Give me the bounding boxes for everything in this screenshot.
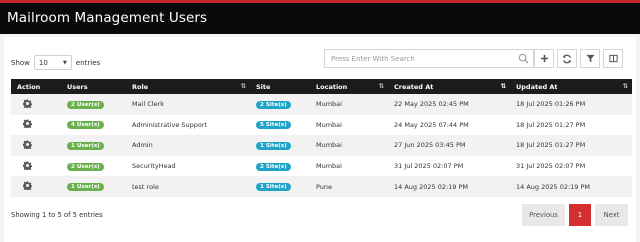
add-button[interactable] [534, 49, 554, 68]
updated-at-cell: 14 Aug 2025 02:19 PM [510, 176, 632, 197]
table-info: Showing 1 to 5 of 5 entries [11, 211, 103, 219]
action-cell [11, 155, 61, 177]
columns-icon [608, 54, 618, 63]
created-at-cell: 22 May 2025 02:45 PM [388, 94, 510, 115]
sort-icon: ⇅ [378, 82, 384, 90]
action-cell [11, 176, 61, 197]
length-value: 10 [38, 58, 48, 67]
sites-badge[interactable]: 1 Site(s) [256, 141, 291, 150]
refresh-button[interactable] [557, 49, 577, 68]
users-badge[interactable]: 2 User(s) [67, 100, 104, 109]
users-badge[interactable]: 1 User(s) [67, 141, 104, 150]
gear-icon[interactable] [22, 119, 33, 130]
show-label: Show [11, 58, 30, 67]
entries-label: entries [75, 58, 101, 67]
created-at-cell: 24 May 2025 07:44 PM [388, 114, 510, 136]
sites-badge[interactable]: 5 Site(s) [256, 121, 291, 130]
column-header-location[interactable]: Location ⇅ [310, 79, 388, 94]
search-icon [518, 53, 529, 64]
users-cell: 1 User(s) [61, 176, 126, 197]
refresh-icon [563, 54, 571, 63]
role-cell: SecurityHead [126, 155, 250, 177]
users-badge[interactable]: 2 User(s) [67, 162, 104, 171]
role-cell: test role [126, 176, 250, 197]
role-cell: Administrative Support [126, 114, 250, 136]
location-cell: Mumbai [310, 155, 388, 177]
site-cell: 2 Site(s) [250, 155, 310, 177]
location-cell: Mumbai [310, 94, 388, 115]
previous-page-button[interactable]: Previous [522, 204, 565, 226]
updated-at-cell: 31 Jul 2025 02:07 PM [510, 155, 632, 177]
users-cell: 4 User(s) [61, 114, 126, 136]
sites-badge[interactable]: 1 Site(s) [256, 183, 291, 192]
location-cell: Mumbai [310, 135, 388, 156]
search-box: Press Enter With Search [324, 49, 534, 68]
role-cell: Admin [126, 135, 250, 156]
column-header-action: Action [11, 79, 61, 94]
columns-button[interactable] [603, 49, 623, 68]
users-cell: 1 User(s) [61, 135, 126, 156]
updated-at-cell: 18 Jul 2025 01:26 PM [510, 94, 632, 115]
column-header-role[interactable]: Role ⇅ [126, 79, 250, 94]
next-page-button[interactable]: Next [595, 204, 628, 226]
site-cell: 5 Site(s) [250, 114, 310, 136]
sites-badge[interactable]: 2 Site(s) [256, 162, 291, 171]
search-button[interactable] [513, 50, 533, 67]
filter-icon [585, 54, 595, 63]
sort-icon: ⇅ [622, 82, 628, 90]
column-header-created-at[interactable]: Created At ⇅ [388, 79, 510, 94]
created-at-cell: 27 Jun 2025 03:45 PM [388, 135, 510, 156]
table-row: 1 User(s) Admin 1 Site(s) Mumbai 27 Jun 2025… [11, 135, 632, 156]
table-row: 4 User(s) Administrative Support 5 Site(s)… [11, 114, 632, 136]
site-cell: 1 Site(s) [250, 176, 310, 197]
table-row: 1 User(s) test role 1 Site(s) Pune 14 Aug 20… [11, 176, 632, 197]
main-content: Show 10 ▼ entries Press Enter With Searc… [0, 34, 640, 242]
updated-at-cell: 18 Jul 2025 01:27 PM [510, 114, 632, 136]
page-header: Mailroom Management Users [0, 0, 640, 34]
length-control: Show 10 ▼ entries [11, 55, 100, 70]
sites-badge[interactable]: 2 Site(s) [256, 100, 291, 109]
updated-at-cell: 18 Jul 2025 01:27 PM [510, 135, 632, 156]
gear-icon[interactable] [22, 181, 33, 192]
created-at-cell: 14 Aug 2025 02:19 PM [388, 176, 510, 197]
column-header-updated-at[interactable]: Updated At ⇅ [510, 79, 632, 94]
site-cell: 2 Site(s) [250, 94, 310, 115]
entries-length-select[interactable]: 10 ▼ [33, 55, 72, 70]
action-cell [11, 135, 61, 156]
users-cell: 2 User(s) [61, 94, 126, 115]
table-row: 2 User(s) SecurityHead 2 Site(s) Mumbai 31 J… [11, 155, 632, 177]
gear-icon[interactable] [22, 161, 33, 172]
search-input[interactable]: Press Enter With Search [325, 55, 513, 63]
users-badge[interactable]: 4 User(s) [67, 121, 104, 130]
column-header-users[interactable]: Users [61, 79, 126, 94]
column-header-site[interactable]: Site [250, 79, 310, 94]
table-row: 2 User(s) Mail Clerk 2 Site(s) Mumbai 22 May… [11, 94, 632, 115]
sort-desc-icon: ⇅ [500, 82, 506, 90]
filter-button[interactable] [580, 49, 600, 68]
gear-icon[interactable] [22, 140, 33, 151]
users-panel: Show 10 ▼ entries Press Enter With Searc… [4, 37, 636, 242]
users-table: Action Users Role ⇅ Site Location ⇅ Create… [11, 79, 632, 197]
page-1-button[interactable]: 1 [569, 204, 591, 226]
site-cell: 1 Site(s) [250, 135, 310, 156]
caret-down-icon: ▼ [63, 59, 67, 66]
created-at-cell: 31 Jul 2025 02:07 PM [388, 155, 510, 177]
page-title: Mailroom Management Users [7, 10, 208, 26]
role-cell: Mail Clerk [126, 94, 250, 115]
location-cell: Pune [310, 176, 388, 197]
table-header-row: Action Users Role ⇅ Site Location ⇅ Create… [11, 79, 632, 94]
action-cell [11, 94, 61, 115]
gear-icon[interactable] [22, 99, 33, 110]
users-badge[interactable]: 1 User(s) [67, 183, 104, 192]
plus-icon [540, 54, 548, 63]
location-cell: Mumbai [310, 114, 388, 136]
sort-icon: ⇅ [240, 82, 246, 90]
users-cell: 2 User(s) [61, 155, 126, 177]
action-cell [11, 114, 61, 136]
